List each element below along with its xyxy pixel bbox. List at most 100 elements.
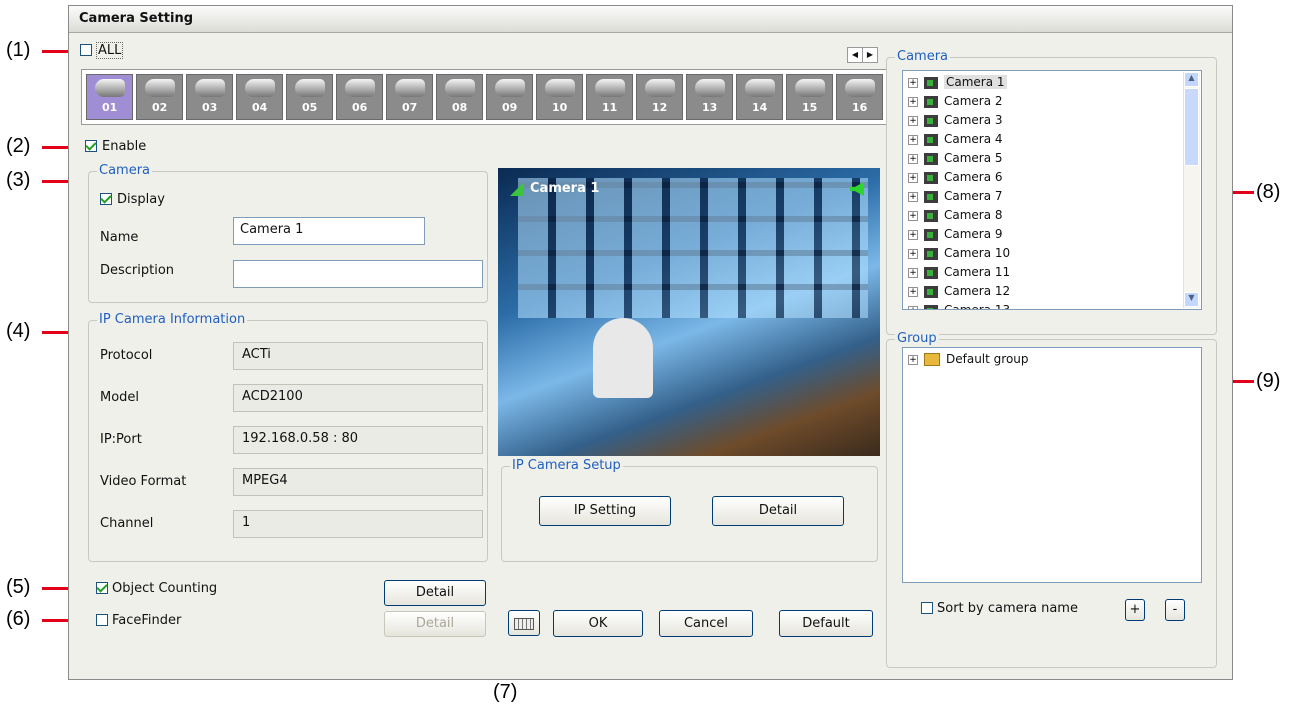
ip-camera-icon [924,285,938,298]
camera-tile[interactable]: 12 [636,74,683,120]
cancel-button[interactable]: Cancel [659,610,753,637]
camera-tree-legend: Camera [895,49,951,64]
ip-info-value: 1 [233,510,483,538]
camera-tile[interactable]: 11 [586,74,633,120]
camera-tree-item-label: Camera 1 [944,75,1007,89]
camera-tile-number: 03 [202,101,218,114]
camera-tile[interactable]: 01 [86,74,133,120]
scroll-up-icon[interactable]: ▲ [1184,72,1199,87]
default-button[interactable]: Default [779,610,873,637]
camera-tile-number: 14 [752,101,768,114]
camera-preview: Camera 1 [498,168,880,456]
camera-tile-number: 01 [102,101,118,114]
expand-icon[interactable]: + [908,354,918,365]
camera-tree-item[interactable]: + Camera 3 [908,113,1003,131]
object-counting-checkbox[interactable] [96,582,108,598]
scroll-down-icon[interactable]: ▼ [1184,292,1199,307]
camera-tree-item[interactable]: + Camera 10 [908,246,1010,264]
camera-icon [445,79,475,97]
camera-tile[interactable]: 03 [186,74,233,120]
camera-icon [795,79,825,97]
expand-icon[interactable]: + [908,191,918,202]
expand-icon[interactable]: + [908,210,918,221]
camera-tree[interactable]: ▲ ▼ + Camera 1 + Camera 2 + Camera 3 + Camera 4… [902,70,1202,310]
description-input[interactable] [233,260,483,288]
camera-tile[interactable]: 08 [436,74,483,120]
ip-camera-setup-legend: IP Camera Setup [510,458,623,473]
camera-icon [195,79,225,97]
group-tree[interactable]: + Default group [902,347,1202,583]
add-group-button[interactable]: + [1125,599,1145,621]
camera-tile[interactable]: 06 [336,74,383,120]
expand-icon[interactable]: + [908,96,918,107]
ip-camera-icon [924,171,938,184]
camera-tile-number: 07 [402,101,418,114]
expand-icon[interactable]: + [908,134,918,145]
object-counting-detail-button[interactable]: Detail [384,580,486,606]
expand-icon[interactable]: + [908,248,918,259]
expand-icon[interactable]: + [908,229,918,240]
all-checkbox[interactable] [80,44,92,60]
expand-icon[interactable]: + [908,153,918,164]
sort-by-name-checkbox[interactable] [921,602,933,618]
monitor-wall [518,178,868,318]
camera-tree-item[interactable]: + Camera 2 [908,94,1003,112]
callout-9: (9) [1256,370,1281,392]
expand-icon[interactable]: + [908,305,918,309]
camera-tree-item[interactable]: + Camera 5 [908,151,1003,169]
preview-signal-icon [510,182,524,196]
camera-tree-item[interactable]: + Camera 7 [908,189,1003,207]
ip-info-label: Protocol [100,348,153,363]
expand-icon[interactable]: + [908,286,918,297]
remove-group-button[interactable]: - [1165,599,1185,621]
expand-icon[interactable]: + [908,267,918,278]
keyboard-button[interactable] [508,610,540,636]
display-label: Display [117,192,165,207]
camera-tile[interactable]: 02 [136,74,183,120]
camera-tree-item[interactable]: + Camera 6 [908,170,1003,188]
camera-tree-item[interactable]: + Camera 9 [908,227,1003,245]
camera-tree-item[interactable]: + Camera 12 [908,284,1010,302]
callout-2: (2) [6,135,31,157]
camera-tile[interactable]: 07 [386,74,433,120]
camera-tile[interactable]: 04 [236,74,283,120]
camera-tile[interactable]: 15 [786,74,833,120]
callout-3: (3) [6,169,31,191]
camera-tile-number: 09 [502,101,518,114]
ip-setting-button[interactable]: IP Setting [539,496,671,526]
camera-tree-item[interactable]: + Camera 13 [908,303,1010,309]
facefinder-detail-button[interactable]: Detail [384,611,486,637]
expand-icon[interactable]: + [908,77,918,88]
strip-scroll-right-button[interactable]: ▶ [862,47,878,63]
camera-tile[interactable]: 16 [836,74,883,120]
camera-tree-item-label: Camera 11 [944,265,1011,279]
display-checkbox[interactable] [100,193,112,209]
name-input[interactable]: Camera 1 [233,217,425,245]
camera-tree-item[interactable]: + Camera 8 [908,208,1003,226]
strip-scroll-left-button[interactable]: ◀ [847,47,863,63]
preview-camera-label: Camera 1 [530,181,600,196]
group-tree-item-label: Default group [946,352,1029,366]
enable-checkbox[interactable] [85,140,97,156]
expand-icon[interactable]: + [908,172,918,183]
camera-tree-scrollbar[interactable]: ▲ ▼ [1183,72,1200,308]
ok-button[interactable]: OK [553,610,643,637]
camera-tile[interactable]: 10 [536,74,583,120]
camera-icon [745,79,775,97]
callout-5: (5) [6,576,31,598]
camera-tile[interactable]: 14 [736,74,783,120]
expand-icon[interactable]: + [908,115,918,126]
folder-icon [924,353,940,366]
camera-tree-item[interactable]: + Camera 1 [908,75,1007,93]
camera-tree-item[interactable]: + Camera 11 [908,265,1010,283]
camera-tree-item-label: Camera 4 [944,132,1003,146]
camera-tile[interactable]: 09 [486,74,533,120]
ip-setup-detail-button[interactable]: Detail [712,496,844,526]
facefinder-checkbox[interactable] [96,614,108,630]
camera-tile[interactable]: 05 [286,74,333,120]
camera-tree-item[interactable]: + Camera 4 [908,132,1003,150]
ip-info-label: Model [100,390,140,405]
camera-tile[interactable]: 13 [686,74,733,120]
scrollbar-thumb[interactable] [1184,88,1199,166]
group-tree-item[interactable]: + Default group [908,352,1029,370]
